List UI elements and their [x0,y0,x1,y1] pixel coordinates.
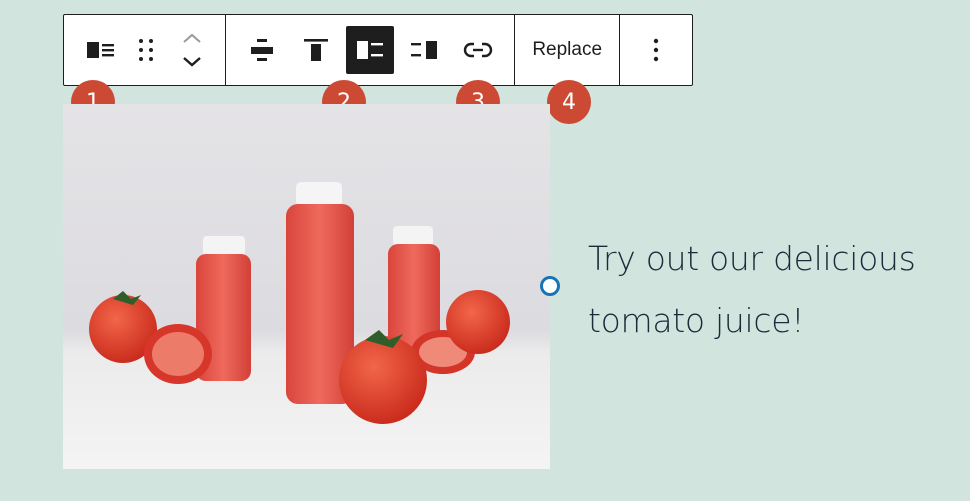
block-toolbar: Replace [63,14,693,86]
resize-handle[interactable] [540,276,560,296]
media-text-content[interactable]: Try out our delicious tomato juice! [588,228,958,352]
mover-group [174,26,210,74]
block-type-button[interactable] [82,26,120,74]
drag-handle-button[interactable] [128,26,164,74]
media-left-button[interactable] [345,26,394,74]
text-line-2: tomato juice! [588,301,805,340]
align-top-icon [303,39,328,61]
move-down-button[interactable] [182,50,202,74]
options-group [619,15,692,85]
media-image[interactable] [63,104,550,469]
text-line-1: Try out our delicious [588,239,916,278]
media-left-icon [356,41,383,59]
drag-handle-icon [139,39,153,61]
chevron-down-icon [183,57,201,67]
replace-button[interactable]: Replace [515,26,619,74]
chevron-up-icon [183,33,201,43]
move-up-button[interactable] [182,26,202,50]
options-button[interactable] [632,26,680,74]
align-center-icon [250,39,273,61]
align-top-button[interactable] [292,26,340,74]
align-center-button[interactable] [238,26,286,74]
callout-badge-4: 4 [547,80,591,124]
media-text-icon [87,42,114,58]
media-right-button[interactable] [400,26,448,74]
link-icon [463,42,492,58]
block-group [64,15,225,85]
link-button[interactable] [454,26,502,74]
media-right-icon [410,41,437,59]
alignment-group [224,15,515,85]
more-vertical-icon [653,38,659,62]
tomato-juice-photo [63,104,550,469]
replace-group: Replace [514,15,619,85]
